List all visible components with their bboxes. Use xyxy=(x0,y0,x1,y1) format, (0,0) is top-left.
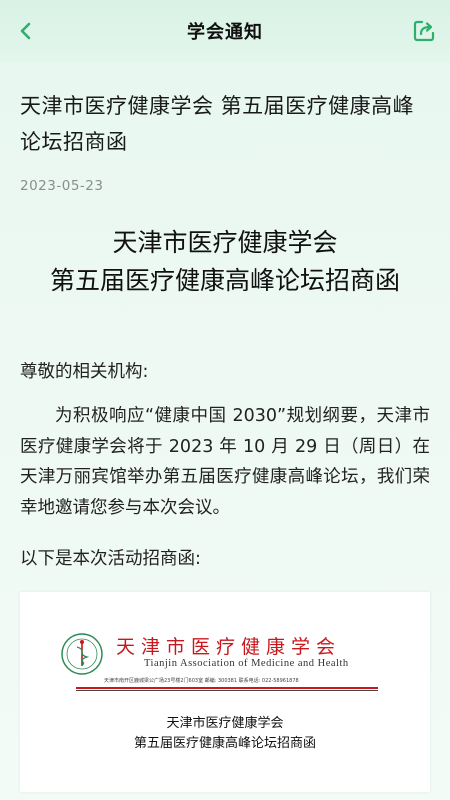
letterhead-divider-thin xyxy=(76,690,378,691)
letterhead-address: 天津市南开区鹿城梁公广场23号楼2门603室 邮编: 300381 联系电话: … xyxy=(104,678,299,684)
letter-title-line1: 天津市医疗健康学会 xyxy=(166,716,284,731)
letter-title: 天津市医疗健康学会 第五届医疗健康高峰论坛招商函 xyxy=(20,714,430,754)
body-paragraph: 为积极响应“健康中国 2030”规划纲要，天津市医疗健康学会将于 2023 年 … xyxy=(20,406,430,518)
article-date: 2023-05-23 xyxy=(20,178,104,194)
letter-title-line2: 第五届医疗健康高峰论坛招商函 xyxy=(133,736,316,751)
article-title: 天津市医疗健康学会 第五届医疗健康高峰论坛招商函 xyxy=(20,94,415,154)
letter-image[interactable]: 天津市医疗健康学会 Tianjin Association of Medicin… xyxy=(20,592,430,792)
body-heading-line2: 第五届医疗健康高峰论坛招商函 xyxy=(49,266,400,295)
intro-line: 以下是本次活动招商函: xyxy=(20,549,201,569)
salutation: 尊敬的相关机构: xyxy=(20,362,149,382)
body-heading: 天津市医疗健康学会 第五届医疗健康高峰论坛招商函 xyxy=(0,224,450,300)
letterhead-org-cn: 天津市医疗健康学会 xyxy=(116,636,342,658)
back-button[interactable] xyxy=(12,17,40,45)
share-button[interactable] xyxy=(410,17,438,45)
top-bar: 学会通知 xyxy=(0,0,450,62)
letterhead-divider xyxy=(76,687,378,689)
share-icon xyxy=(413,20,435,42)
chevron-left-icon xyxy=(20,22,31,40)
article-content[interactable]: 天津市医疗健康学会 第五届医疗健康高峰论坛招商函 2023-05-23 天津市医… xyxy=(0,62,450,792)
body-heading-line1: 天津市医疗健康学会 xyxy=(112,228,338,257)
letterhead-org-en: Tianjin Association of Medicine and Heal… xyxy=(144,658,349,669)
page-title: 学会通知 xyxy=(187,22,263,43)
association-logo-icon xyxy=(61,633,103,675)
